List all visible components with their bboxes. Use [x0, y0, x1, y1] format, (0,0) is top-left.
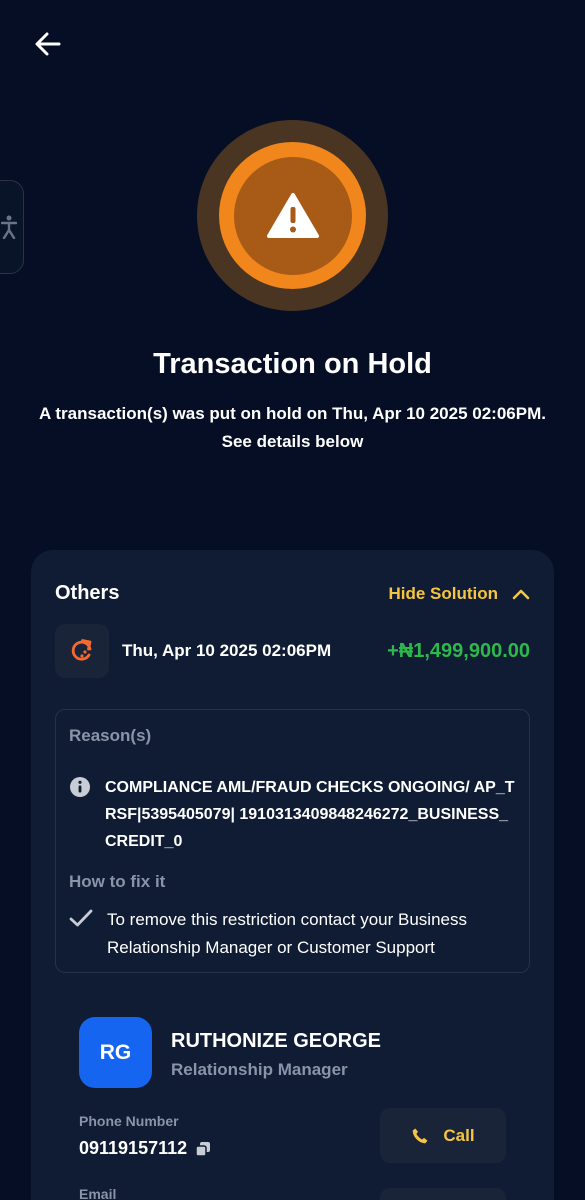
- phone-number: 09119157112: [79, 1138, 188, 1158]
- copy-icon[interactable]: [195, 1141, 211, 1157]
- refresh-icon: [71, 639, 92, 661]
- email-button[interactable]: [380, 1188, 506, 1200]
- transaction-type-icon-wrap: [55, 624, 109, 678]
- info-icon: [70, 777, 90, 797]
- solution-panel: Reason(s) COMPLIANCE AML/FRAUD CHECKS ON…: [55, 709, 530, 973]
- category-heading: Others: [55, 582, 120, 604]
- hide-solution-label: Hide Solution: [388, 583, 498, 603]
- hold-details-card: Others Hide Solution Thu, Apr 10 2025 02…: [31, 550, 554, 1200]
- phone-number-row: 09119157112: [79, 1138, 211, 1159]
- page-title: Transaction on Hold: [153, 348, 432, 380]
- hold-status-badge: [197, 120, 388, 311]
- check-icon: [69, 909, 93, 927]
- hide-solution-button[interactable]: Hide Solution: [388, 584, 530, 604]
- card-header: Others Hide Solution: [55, 582, 530, 605]
- accessibility-tab[interactable]: [0, 180, 24, 274]
- manager-role: Relationship Manager: [171, 1060, 348, 1079]
- email-label: Email: [79, 1186, 117, 1200]
- subtitle-line-1: A transaction(s) was put on hold on Thu,…: [39, 404, 546, 423]
- phone-icon: [413, 1128, 428, 1143]
- phone-number-label: Phone Number: [79, 1113, 179, 1129]
- subtitle-line-2: See details below: [221, 432, 364, 451]
- reason-text: COMPLIANCE AML/FRAUD CHECKS ONGOING/ AP_…: [105, 779, 515, 850]
- transaction-amount: +₦1,499,900.00: [387, 639, 530, 662]
- warning-icon: [266, 192, 319, 238]
- arrow-left-icon: [35, 32, 61, 56]
- fix-item: To remove this restriction contact your …: [69, 906, 515, 962]
- accessibility-icon: [1, 215, 17, 239]
- call-label: Call: [443, 1125, 475, 1145]
- page-subtitle: A transaction(s) was put on hold on Thu,…: [20, 400, 565, 456]
- back-button[interactable]: [30, 26, 66, 62]
- reason-item: COMPLIANCE AML/FRAUD CHECKS ONGOING/ AP_…: [69, 774, 515, 855]
- transaction-date: Thu, Apr 10 2025 02:06PM: [122, 641, 332, 660]
- manager-name: RUTHONIZE GEORGE: [171, 1030, 382, 1052]
- how-to-fix-label: How to fix it: [69, 872, 166, 891]
- reasons-label: Reason(s): [69, 726, 152, 745]
- call-button[interactable]: Call: [380, 1108, 506, 1163]
- fix-text: To remove this restriction contact your …: [107, 910, 467, 957]
- avatar: RG: [79, 1017, 152, 1088]
- transaction-row: Thu, Apr 10 2025 02:06PM +₦1,499,900.00: [55, 623, 530, 679]
- chevron-up-icon: [512, 589, 530, 599]
